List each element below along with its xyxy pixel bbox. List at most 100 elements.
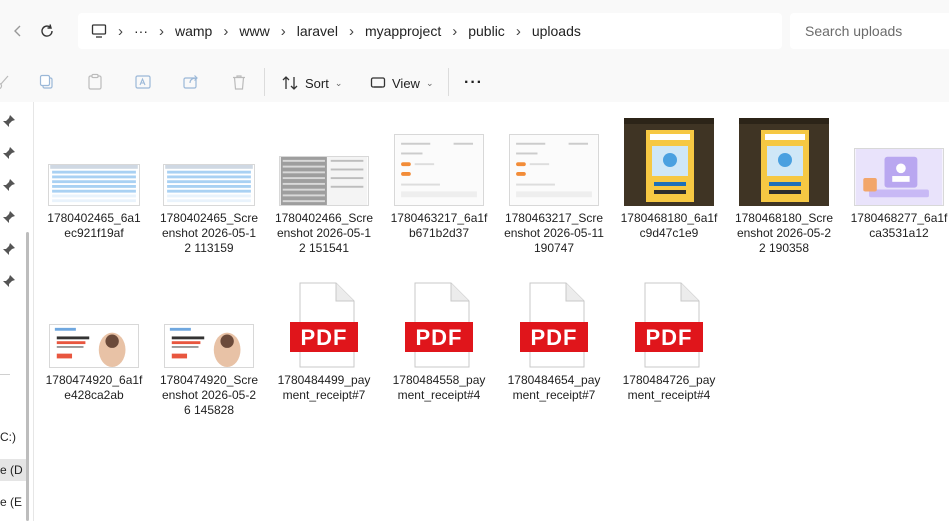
drive-e[interactable]: e (E — [0, 495, 22, 509]
nav-divider — [0, 374, 10, 375]
view-label: View — [392, 75, 420, 91]
file-name: 1780468180_6a1fc9d47c1e9 — [620, 211, 718, 240]
delete-icon[interactable] — [228, 71, 250, 93]
breadcrumb-item-wamp[interactable]: wamp — [166, 23, 221, 39]
file-name: 1780402465_6a1ec921f19af — [47, 211, 141, 240]
breadcrumb[interactable]: › ··· › wamp › www › laravel › myapproje… — [78, 13, 782, 49]
rename-icon[interactable] — [132, 71, 154, 93]
file-item[interactable]: 1780402466_Screenshot 2026-05-12 151541 — [270, 116, 378, 256]
file-name: 1780484654_payment_receipt#7 — [507, 373, 601, 402]
pdf-badge: PDF — [530, 325, 578, 350]
nav-scrollbar[interactable] — [26, 232, 29, 521]
share-icon[interactable] — [180, 71, 202, 93]
file-item[interactable]: 1780402465_6a1ec921f19af — [40, 116, 148, 241]
command-bar: Sort ⌄ View ⌄ ··· — [0, 62, 949, 102]
pin-icon[interactable] — [2, 242, 16, 256]
cut-icon[interactable] — [0, 71, 14, 93]
file-name: 1780468180_Screenshot 2026-05-22 190358 — [734, 211, 834, 255]
pin-icon[interactable] — [2, 114, 16, 128]
pin-icon[interactable] — [2, 178, 16, 192]
sort-label: Sort — [305, 75, 329, 91]
file-name: 1780402465_Screenshot 2026-05-12 113159 — [159, 211, 259, 255]
chevron-right-icon: › — [118, 22, 123, 40]
toolbar-divider — [264, 68, 265, 96]
chevron-right-icon: › — [452, 22, 458, 40]
pdf-file-icon: PDF — [385, 278, 493, 368]
pdf-badge: PDF — [300, 325, 348, 350]
back-button[interactable] — [4, 17, 32, 45]
file-item[interactable]: PDF 1780484558_payment_receipt#4 — [385, 278, 493, 403]
file-name: 1780474920_6a1fe428ca2ab — [45, 373, 143, 402]
chevron-right-icon: › — [348, 22, 354, 40]
file-item[interactable]: 1780468180_Screenshot 2026-05-22 190358 — [730, 116, 838, 256]
refresh-icon — [41, 24, 53, 37]
pdf-file-icon: PDF — [500, 278, 608, 368]
pin-icon[interactable] — [2, 146, 16, 160]
image-thumbnail — [40, 116, 148, 206]
image-thumbnail — [845, 116, 949, 206]
image-thumbnail — [500, 116, 608, 206]
search-input[interactable]: Search uploads — [790, 13, 949, 49]
pdf-badge: PDF — [415, 325, 463, 350]
breadcrumb-more[interactable]: ··· — [125, 23, 157, 39]
image-thumbnail — [730, 116, 838, 206]
chevron-right-icon: › — [280, 22, 286, 40]
file-name: 1780463217_Screenshot 2026-05-11 190747 — [504, 211, 604, 255]
chevron-down-icon: ⌄ — [425, 77, 434, 88]
file-item[interactable]: PDF 1780484726_payment_receipt#4 — [615, 278, 723, 403]
pdf-file-icon: PDF — [270, 278, 378, 368]
toolbar-divider — [448, 68, 449, 96]
breadcrumb-item-uploads[interactable]: uploads — [523, 23, 590, 39]
image-thumbnail — [270, 116, 378, 206]
pdf-file-icon: PDF — [615, 278, 723, 368]
image-thumbnail — [385, 116, 493, 206]
image-thumbnail — [40, 278, 148, 368]
file-item[interactable]: 1780474920_6a1fe428ca2ab — [40, 278, 148, 403]
file-item[interactable]: 1780468180_6a1fc9d47c1e9 — [615, 116, 723, 241]
file-item[interactable]: 1780468277_6a1fca3531a12 — [845, 116, 949, 241]
breadcrumb-item-www[interactable]: www — [230, 23, 278, 39]
file-name: 1780402466_Screenshot 2026-05-12 151541 — [274, 211, 374, 255]
file-name: 1780484726_payment_receipt#4 — [622, 373, 716, 402]
file-name: 1780463217_6a1fb671b2d37 — [390, 211, 488, 240]
file-grid: 1780402465_6a1ec921f19af 1780402465_Scre… — [35, 102, 949, 521]
view-icon — [370, 77, 386, 88]
image-thumbnail — [155, 278, 263, 368]
more-options-button[interactable]: ··· — [464, 70, 483, 96]
file-item[interactable]: 1780463217_Screenshot 2026-05-11 190747 — [500, 116, 608, 256]
image-thumbnail — [155, 116, 263, 206]
more-options-label: ··· — [464, 74, 483, 91]
view-button[interactable]: View ⌄ — [370, 70, 434, 96]
pdf-badge: PDF — [645, 325, 693, 350]
sort-icon — [282, 76, 298, 90]
pin-icon[interactable] — [2, 274, 16, 288]
copy-icon[interactable] — [36, 71, 58, 93]
sort-button[interactable]: Sort ⌄ — [281, 70, 342, 96]
chevron-right-icon: › — [223, 22, 229, 40]
drive-c[interactable]: C:) — [0, 430, 16, 444]
file-name: 1780468277_6a1fca3531a12 — [850, 211, 948, 240]
back-arrow-icon — [14, 25, 21, 37]
file-name: 1780474920_Screenshot 2026-05-26 145828 — [159, 373, 259, 417]
breadcrumb-item-laravel[interactable]: laravel — [288, 23, 347, 39]
file-item[interactable]: PDF 1780484654_payment_receipt#7 — [500, 278, 608, 403]
chevron-down-icon: ⌄ — [334, 77, 343, 88]
file-item[interactable]: 1780463217_6a1fb671b2d37 — [385, 116, 493, 241]
breadcrumb-item-myapproject[interactable]: myapproject — [356, 23, 450, 39]
paste-icon[interactable] — [84, 71, 106, 93]
navigation-pane: C:) e (D e (E — [0, 102, 34, 521]
file-item[interactable]: 1780402465_Screenshot 2026-05-12 113159 — [155, 116, 263, 256]
search-placeholder: Search uploads — [805, 23, 903, 39]
address-row: › ··· › wamp › www › laravel › myapproje… — [0, 0, 949, 62]
drive-d[interactable]: e (D — [0, 459, 26, 481]
file-item[interactable]: PDF 1780484499_payment_receipt#7 — [270, 278, 378, 403]
breadcrumb-item-public[interactable]: public — [459, 23, 514, 39]
image-thumbnail — [615, 116, 723, 206]
file-name: 1780484558_payment_receipt#4 — [392, 373, 486, 402]
file-item[interactable]: 1780474920_Screenshot 2026-05-26 145828 — [155, 278, 263, 418]
refresh-button[interactable] — [33, 17, 61, 45]
this-pc-icon[interactable] — [82, 23, 116, 39]
pin-icon[interactable] — [2, 210, 16, 224]
file-name: 1780484499_payment_receipt#7 — [277, 373, 371, 402]
chevron-right-icon: › — [515, 22, 521, 40]
